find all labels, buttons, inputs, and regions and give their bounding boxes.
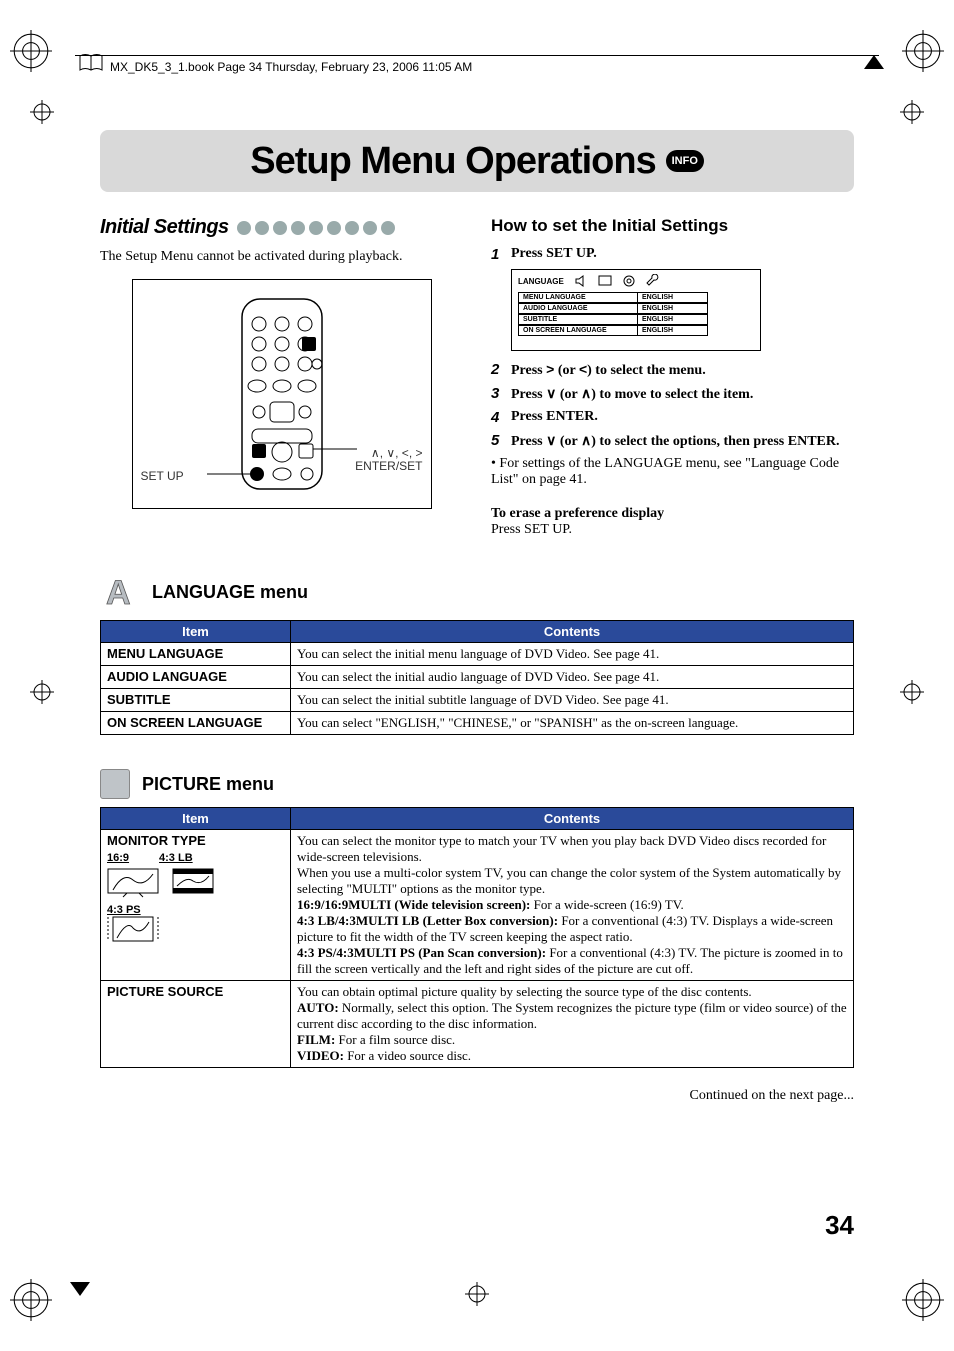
screen-icon (598, 274, 612, 288)
table-cell-item: MONITOR TYPE 16:9 4:3 LB 4:3 PS (101, 830, 291, 981)
tv-16-9-icon (107, 868, 159, 898)
table-header-contents: Contents (291, 808, 854, 830)
remote-label-setup: SET UP (141, 469, 184, 483)
decorative-dots-icon (237, 221, 395, 235)
registration-mark-icon (902, 1279, 944, 1321)
tv-4-3-ps-icon (107, 916, 159, 946)
table-cell-contents: You can select "ENGLISH," "CHINESE," or … (291, 712, 854, 735)
table-cell-item: SUBTITLE (101, 689, 291, 712)
step-text: Press > (or <) to select the menu. (511, 361, 706, 379)
table-cell-item: MENU LANGUAGE (101, 643, 291, 666)
title-banner: Setup Menu Operations INFO (100, 130, 854, 192)
letter-a-icon: A (100, 572, 140, 612)
wrench-icon (646, 274, 660, 288)
svg-text:A: A (106, 574, 131, 612)
table-cell-contents: You can select the monitor type to match… (291, 830, 854, 981)
table-header-item: Item (101, 621, 291, 643)
step-text: Press ∨ (or ∧) to select the options, th… (511, 432, 840, 450)
step-number: 3 (491, 385, 505, 403)
monitor-option: 16:9 (107, 852, 129, 864)
onscreen-row-value: ENGLISH (638, 292, 708, 303)
book-caption: MX_DK5_3_1.book Page 34 Thursday, Februa… (110, 60, 472, 74)
registration-mark-icon (10, 30, 52, 72)
step-text: Press SET UP. (511, 246, 597, 263)
table-row: PICTURE SOURCE You can obtain optimal pi… (101, 981, 854, 1068)
crop-mark-icon (30, 680, 54, 704)
book-icon (78, 52, 104, 74)
step-number: 1 (491, 246, 505, 263)
remote-illustration: SET UP ∧, ∨, <, > ENTER/SET (132, 279, 432, 509)
step-number: 5 (491, 432, 505, 450)
table-cell-item: ON SCREEN LANGUAGE (101, 712, 291, 735)
triangle-mark-icon (864, 55, 884, 69)
page-title: Setup Menu Operations (250, 140, 655, 183)
table-row: SUBTITLEYou can select the initial subti… (101, 689, 854, 712)
tv-aspect-icons (107, 868, 284, 898)
section-heading-how-to: How to set the Initial Settings (491, 216, 854, 236)
picture-square-icon (100, 769, 130, 799)
step-number: 4 (491, 409, 505, 426)
table-header-contents: Contents (291, 621, 854, 643)
table-row: ON SCREEN LANGUAGEYou can select "ENGLIS… (101, 712, 854, 735)
gear-icon (622, 274, 636, 288)
onscreen-menu-figure: LANGUAGE MENU LANGUAGEENGLISH AUDIO LANG… (511, 269, 761, 351)
step-text: Press ENTER. (511, 409, 598, 426)
initial-settings-lead: The Setup Menu cannot be activated durin… (100, 249, 463, 265)
onscreen-row-key: ON SCREEN LANGUAGE (518, 325, 638, 336)
picture-menu-table: Item Contents MONITOR TYPE 16:9 4:3 LB 4… (100, 807, 854, 1068)
info-badge-icon: INFO (666, 150, 704, 172)
table-row: MONITOR TYPE 16:9 4:3 LB 4:3 PS (101, 830, 854, 981)
header-rule (75, 55, 879, 56)
onscreen-row-value: ENGLISH (638, 314, 708, 325)
table-cell-contents: You can select the initial subtitle lang… (291, 689, 854, 712)
table-header-item: Item (101, 808, 291, 830)
table-cell-item: PICTURE SOURCE (101, 981, 291, 1068)
erase-heading: To erase a preference display (491, 506, 854, 522)
picture-menu-heading: PICTURE menu (142, 774, 274, 795)
onscreen-row-key: MENU LANGUAGE (518, 292, 638, 303)
section-heading-initial-settings: Initial Settings (100, 216, 229, 239)
onscreen-row-value: ENGLISH (638, 325, 708, 336)
onscreen-row-value: ENGLISH (638, 303, 708, 314)
onscreen-tab: LANGUAGE (518, 277, 564, 286)
table-cell-contents: You can select the initial audio languag… (291, 666, 854, 689)
crop-mark-icon (30, 100, 54, 124)
step-number: 2 (491, 361, 505, 379)
crop-mark-icon (900, 680, 924, 704)
tv-4-3-lb-icon (167, 868, 219, 898)
registration-mark-icon (902, 30, 944, 72)
table-cell-item: AUDIO LANGUAGE (101, 666, 291, 689)
table-cell-contents: You can select the initial menu language… (291, 643, 854, 666)
language-menu-table: Item Contents MENU LANGUAGEYou can selec… (100, 620, 854, 735)
monitor-option: 4:3 PS (107, 904, 141, 916)
table-row: AUDIO LANGUAGEYou can select the initial… (101, 666, 854, 689)
page-number: 34 (825, 1210, 854, 1241)
erase-body: Press SET UP. (491, 522, 854, 538)
table-cell-contents: You can obtain optimal picture quality b… (291, 981, 854, 1068)
language-menu-heading: LANGUAGE menu (152, 582, 308, 603)
monitor-option: 4:3 LB (159, 852, 193, 864)
table-row: MENU LANGUAGEYou can select the initial … (101, 643, 854, 666)
tv-aspect-icons (107, 916, 284, 949)
onscreen-row-key: SUBTITLE (518, 314, 638, 325)
crop-mark-icon (900, 100, 924, 124)
triangle-mark-icon (70, 1282, 90, 1296)
registration-mark-icon (10, 1279, 52, 1321)
continued-note: Continued on the next page... (100, 1088, 854, 1104)
speaker-icon (574, 274, 588, 288)
remote-label-enter: ∧, ∨, <, > ENTER/SET (355, 447, 422, 473)
crop-mark-icon (465, 1282, 489, 1306)
onscreen-row-key: AUDIO LANGUAGE (518, 303, 638, 314)
language-note: • For settings of the LANGUAGE menu, see… (491, 456, 854, 488)
step-text: Press ∨ (or ∧) to move to select the ite… (511, 385, 753, 403)
